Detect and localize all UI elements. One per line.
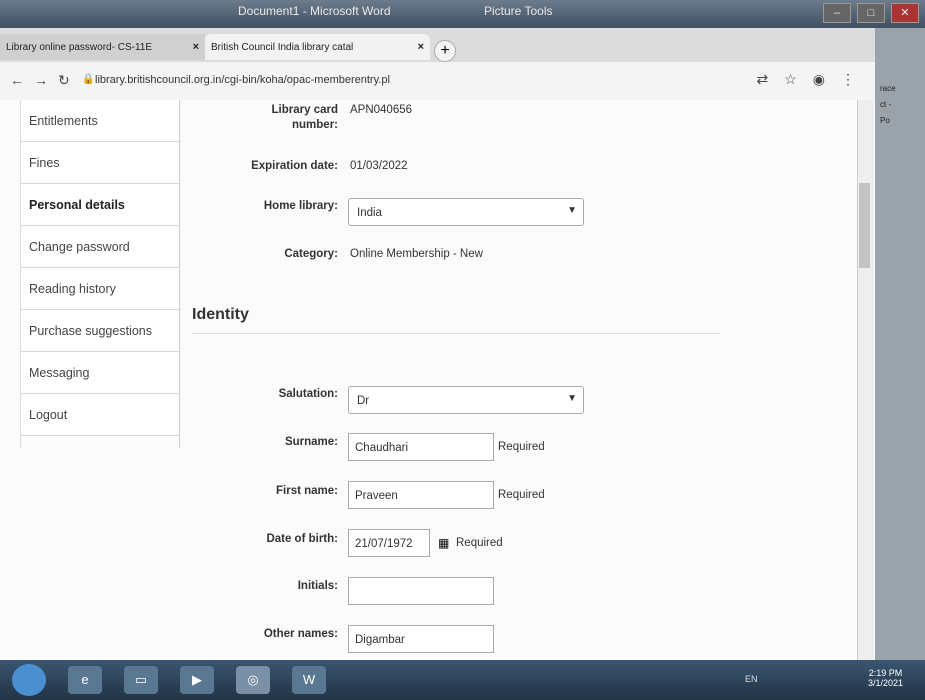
new-tab-button[interactable]: +: [434, 40, 456, 62]
close-icon[interactable]: ✕: [891, 3, 919, 23]
initials-input[interactable]: [348, 577, 494, 605]
tab-label: British Council India library catal: [211, 41, 354, 53]
ie-icon[interactable]: e: [68, 666, 102, 694]
home-library-select[interactable]: India ▼: [348, 198, 584, 226]
taskbar: e ▭ ▶ ◎ W EN 2:19 PM 3/1/2021: [0, 660, 925, 700]
firstname-required: Required: [498, 489, 545, 501]
sidebar-item-logout[interactable]: Logout: [21, 394, 179, 436]
clock-time: 2:19 PM: [868, 668, 903, 678]
othernames-input[interactable]: Digambar: [348, 625, 494, 653]
library-card-value: APN040656: [350, 104, 413, 116]
page-content: Entitlements Fines Personal details Chan…: [0, 100, 875, 660]
picture-tools-label: Picture Tools: [484, 4, 553, 18]
close-tab-icon[interactable]: ×: [193, 41, 199, 53]
category-value: Online Membership - New: [350, 248, 483, 260]
tab-library-password[interactable]: Library online password- CS-11E ×: [0, 34, 205, 60]
expiration-date-value: 01/03/2022: [350, 160, 408, 172]
account-sidebar: Entitlements Fines Personal details Chan…: [20, 100, 180, 448]
sidebar-item-personal-details[interactable]: Personal details: [21, 184, 179, 226]
chevron-down-icon: ▼: [567, 393, 577, 404]
othernames-label: Other names:: [263, 628, 338, 640]
close-tab-icon[interactable]: ×: [418, 41, 424, 53]
dob-input[interactable]: 21/07/1972: [348, 529, 430, 557]
calendar-icon[interactable]: ▦: [438, 536, 449, 550]
window-controls: – □ ✕: [823, 3, 919, 23]
surname-label: Surname:: [284, 436, 338, 448]
minimize-icon[interactable]: –: [823, 3, 851, 23]
sidebar-item-change-password[interactable]: Change password: [21, 226, 179, 268]
expiration-date-label: Expiration date:: [251, 160, 338, 172]
translate-icon[interactable]: ⇄: [756, 71, 768, 88]
address-bar-row: ← → ↻ 🔒 library.britishcouncil.org.in/cg…: [0, 62, 875, 101]
start-button[interactable]: [12, 664, 46, 696]
reload-icon[interactable]: ↻: [58, 72, 70, 89]
tab-british-council[interactable]: British Council India library catal ×: [205, 34, 430, 60]
background-text: race: [880, 84, 896, 93]
sidebar-item-reading-history[interactable]: Reading history: [21, 268, 179, 310]
firstname-label: First name:: [276, 485, 338, 497]
scrollbar-thumb[interactable]: [859, 183, 870, 268]
dob-label: Date of birth:: [266, 533, 338, 545]
back-icon[interactable]: ←: [10, 72, 24, 88]
background-text: ct -: [880, 100, 892, 109]
background-text: Po: [880, 116, 890, 125]
url-field[interactable]: library.britishcouncil.org.in/cgi-bin/ko…: [95, 74, 390, 86]
clock[interactable]: 2:19 PM 3/1/2021: [868, 668, 903, 688]
salutation-label: Salutation:: [278, 388, 338, 400]
browser-tools: ⇄ ☆ ◉ ⋮: [756, 71, 855, 88]
dob-required: Required: [456, 537, 503, 549]
clock-date: 3/1/2021: [868, 678, 904, 688]
media-icon[interactable]: ▶: [180, 666, 214, 694]
chevron-down-icon: ▼: [567, 205, 577, 216]
sidebar-item-fines[interactable]: Fines: [21, 142, 179, 184]
home-library-label: Home library:: [263, 200, 338, 212]
surname-required: Required: [498, 441, 545, 453]
word-icon[interactable]: W: [292, 666, 326, 694]
library-card-label-2: number:: [292, 119, 338, 131]
surname-input[interactable]: Chaudhari: [348, 433, 494, 461]
maximize-icon[interactable]: □: [857, 3, 885, 23]
os-title-bar: Document1 - Microsoft Word Picture Tools…: [0, 0, 925, 28]
salutation-select[interactable]: Dr ▼: [348, 386, 584, 414]
identity-heading: Identity: [192, 306, 249, 323]
menu-icon[interactable]: ⋮: [841, 71, 855, 88]
category-label: Category:: [284, 248, 338, 260]
folder-icon[interactable]: ▭: [124, 666, 158, 694]
sidebar-item-entitlements[interactable]: Entitlements: [21, 100, 179, 142]
profile-icon[interactable]: ◉: [813, 71, 825, 88]
library-card-label: Library card: [271, 104, 338, 116]
tab-label: Library online password- CS-11E: [6, 41, 152, 53]
sidebar-item-messaging[interactable]: Messaging: [21, 352, 179, 394]
star-icon[interactable]: ☆: [784, 71, 797, 88]
word-window-title: Document1 - Microsoft Word: [238, 4, 391, 18]
firstname-input[interactable]: Praveen: [348, 481, 494, 509]
lock-icon[interactable]: 🔒: [82, 74, 94, 85]
language-indicator[interactable]: EN: [745, 674, 758, 684]
initials-label: Initials:: [297, 580, 338, 592]
home-library-value: India: [357, 207, 382, 219]
forward-icon[interactable]: →: [34, 72, 48, 88]
chrome-icon[interactable]: ◎: [236, 666, 270, 694]
section-divider: [192, 333, 720, 334]
salutation-value: Dr: [357, 395, 370, 407]
sidebar-item-purchase-suggestions[interactable]: Purchase suggestions: [21, 310, 179, 352]
